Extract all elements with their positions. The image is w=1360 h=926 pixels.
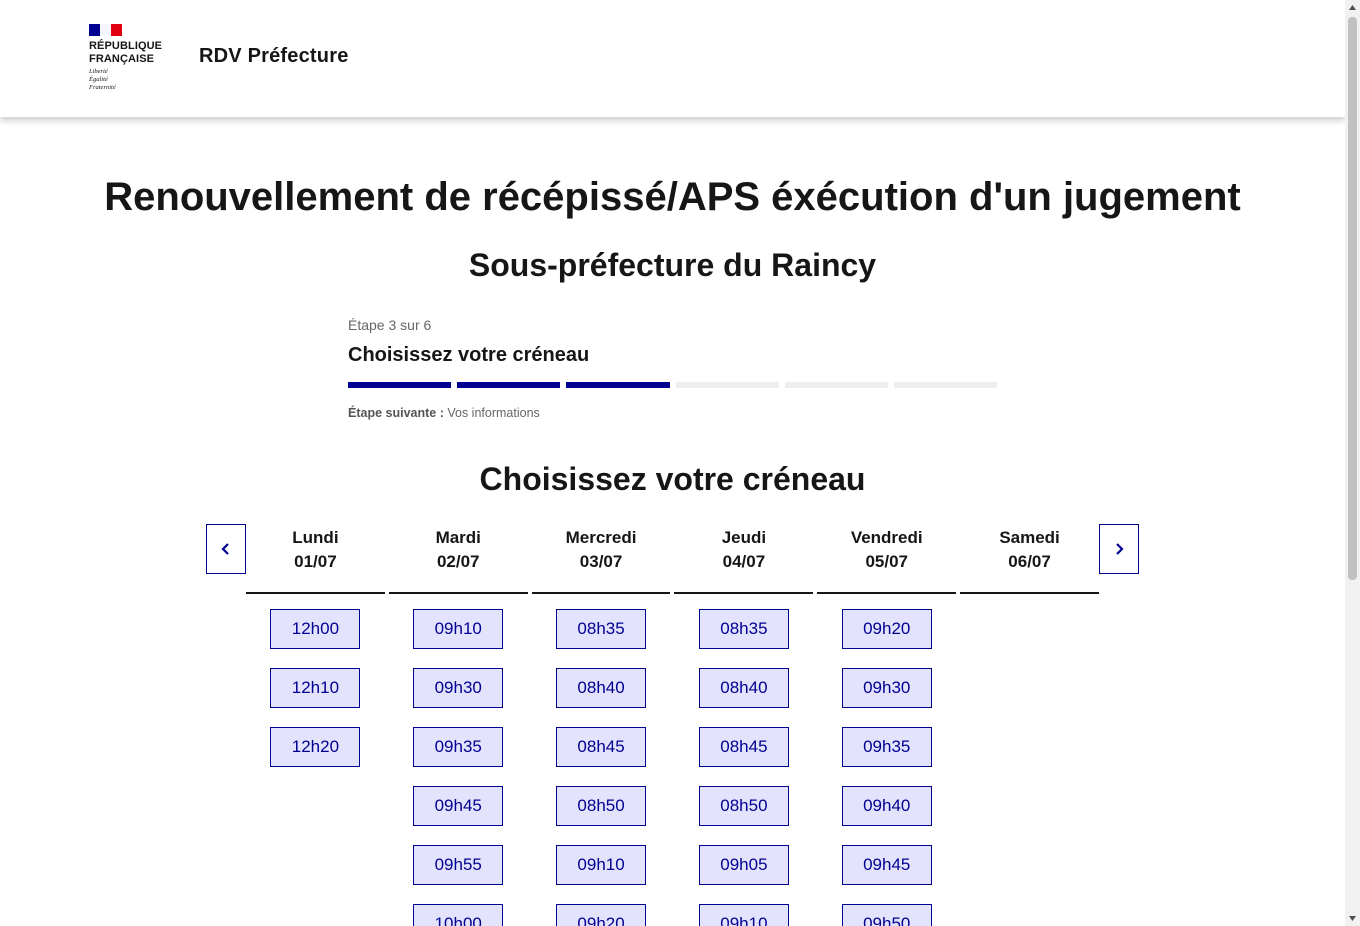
slot-list: 12h00 12h10 12h20 bbox=[246, 594, 385, 767]
step-next-value: Vos informations bbox=[447, 406, 540, 420]
site-header: RÉPUBLIQUE FRANÇAISE Liberté Égalité Fra… bbox=[0, 0, 1345, 117]
slot-list bbox=[960, 594, 1099, 609]
day-name: Vendredi bbox=[850, 528, 923, 547]
time-slot-button[interactable]: 12h00 bbox=[270, 609, 361, 649]
time-slot-button[interactable]: 12h20 bbox=[270, 727, 361, 767]
next-days-button[interactable] bbox=[1099, 524, 1139, 574]
day-column: Jeudi 04/07 08h35 08h40 08h45 08h50 09h05 09h10 bbox=[674, 524, 814, 926]
time-slot-button[interactable]: 08h50 bbox=[698, 786, 789, 826]
time-slot-button[interactable]: 09h40 bbox=[841, 786, 932, 826]
page: RÉPUBLIQUE FRANÇAISE Liberté Égalité Fra… bbox=[0, 0, 1345, 926]
slot-list: 09h10 09h30 09h35 09h45 09h55 10h00 bbox=[389, 594, 528, 926]
scrollbar-thumb[interactable] bbox=[1348, 17, 1357, 580]
step-title: Choisissez votre créneau bbox=[348, 344, 590, 366]
motto-fraternite: Fraternité bbox=[89, 84, 116, 91]
vertical-scrollbar[interactable] bbox=[1345, 0, 1360, 926]
slot-list: 09h20 09h30 09h35 09h40 09h45 09h50 bbox=[817, 594, 956, 926]
day-name: Mercredi bbox=[565, 528, 637, 547]
time-slot-button[interactable]: 09h20 bbox=[556, 904, 647, 926]
motto-egalite: Égalité bbox=[89, 76, 108, 83]
day-date: 04/07 bbox=[722, 552, 766, 571]
day-header: Lundi 01/07 bbox=[246, 524, 385, 594]
time-slot-button[interactable]: 08h40 bbox=[698, 668, 789, 708]
day-column: Lundi 01/07 12h00 12h10 12h20 bbox=[246, 524, 385, 926]
page-title: Renouvellement de récépissé/APS éxécutio… bbox=[104, 175, 1241, 219]
calendar: Lundi 01/07 12h00 12h10 12h20 Mardi 02/07 09h10… bbox=[246, 524, 1099, 926]
step-state: Étape 3 sur 6 bbox=[348, 317, 432, 333]
time-slot-button[interactable]: 09h55 bbox=[413, 845, 504, 885]
scroll-down-arrow-icon[interactable] bbox=[1345, 911, 1360, 926]
time-slot-button[interactable]: 09h30 bbox=[841, 668, 932, 708]
day-date: 05/07 bbox=[865, 552, 908, 571]
time-slot-button[interactable]: 09h30 bbox=[413, 668, 504, 708]
time-slot-button[interactable]: 09h45 bbox=[841, 845, 932, 885]
slot-list: 08h35 08h40 08h45 08h50 09h10 09h20 bbox=[532, 594, 671, 926]
time-slot-button[interactable]: 12h10 bbox=[270, 668, 361, 708]
day-date: 06/07 bbox=[1008, 552, 1051, 571]
step-next-label: Étape suivante : bbox=[348, 406, 444, 420]
time-slot-button[interactable]: 08h35 bbox=[556, 609, 647, 649]
day-date: 02/07 bbox=[436, 552, 480, 571]
time-slot-button[interactable]: 08h50 bbox=[556, 786, 647, 826]
day-header: Samedi 06/07 bbox=[960, 524, 1099, 594]
time-slot-button[interactable]: 08h40 bbox=[556, 668, 647, 708]
day-header: Mercredi 03/07 bbox=[531, 524, 671, 594]
time-slot-button[interactable]: 08h35 bbox=[698, 609, 789, 649]
step-bar-6 bbox=[893, 382, 998, 388]
time-slot-button[interactable]: 09h05 bbox=[698, 845, 789, 885]
time-slot-button[interactable]: 10h00 bbox=[413, 904, 504, 926]
day-column: Mercredi 03/07 08h35 08h40 08h45 08h50 09h10 09… bbox=[531, 524, 671, 926]
time-slot-button[interactable]: 08h45 bbox=[698, 727, 789, 767]
day-header: Jeudi 04/07 bbox=[674, 524, 814, 594]
day-date: 01/07 bbox=[294, 552, 337, 571]
time-slot-button[interactable]: 09h35 bbox=[841, 727, 932, 767]
step-bar-3 bbox=[566, 382, 670, 388]
day-header: Vendredi 05/07 bbox=[817, 524, 957, 594]
page-subtitle: Sous-préfecture du Raincy bbox=[468, 247, 877, 283]
step-bar-5 bbox=[784, 382, 888, 388]
step-bar-4 bbox=[675, 382, 779, 388]
step-bar-2 bbox=[457, 382, 561, 388]
slot-heading: Choisissez votre créneau bbox=[479, 461, 866, 497]
step-bar-1 bbox=[348, 382, 452, 388]
logo-text: RÉPUBLIQUE FRANÇAISE bbox=[89, 40, 169, 65]
day-name: Samedi bbox=[999, 528, 1060, 547]
day-column: Vendredi 05/07 09h20 09h30 09h35 09h40 09h45 09… bbox=[817, 524, 957, 926]
motto-liberte: Liberté bbox=[89, 68, 108, 75]
day-header: Mardi 02/07 bbox=[388, 524, 528, 594]
day-column: Samedi 06/07 bbox=[960, 524, 1099, 926]
scroll-up-arrow-icon[interactable] bbox=[1345, 0, 1360, 15]
republique-francaise-logo[interactable]: RÉPUBLIQUE FRANÇAISE Liberté Égalité Fra… bbox=[89, 24, 169, 96]
time-slot-button[interactable]: 09h10 bbox=[698, 904, 789, 926]
time-slot-button[interactable]: 09h50 bbox=[841, 904, 932, 926]
calendar-days: Lundi 01/07 12h00 12h10 12h20 Mardi 02/07 09h10… bbox=[246, 524, 1099, 926]
logo-line-1: RÉPUBLIQUE bbox=[89, 40, 163, 52]
time-slot-button[interactable]: 09h10 bbox=[413, 609, 504, 649]
chevron-left-icon bbox=[221, 543, 229, 555]
time-slot-button[interactable]: 09h20 bbox=[841, 609, 932, 649]
stepper: Étape 3 sur 6 Choisissez votre créneau É… bbox=[348, 315, 998, 422]
time-slot-button[interactable]: 09h35 bbox=[413, 727, 504, 767]
step-next: Étape suivante : Vos informations bbox=[348, 404, 997, 422]
logo-motto: Liberté Égalité Fraternité bbox=[89, 68, 169, 92]
time-slot-button[interactable]: 09h10 bbox=[556, 845, 647, 885]
time-slot-button[interactable]: 08h45 bbox=[556, 727, 647, 767]
step-progress-bar bbox=[348, 382, 998, 388]
day-name: Mardi bbox=[435, 528, 481, 547]
service-title[interactable]: RDV Préfecture bbox=[199, 45, 349, 68]
time-slot-button[interactable]: 09h45 bbox=[413, 786, 504, 826]
marianne-flag-icon bbox=[89, 24, 122, 36]
logo-line-2: FRANÇAISE bbox=[89, 52, 155, 65]
slot-list: 08h35 08h40 08h45 08h50 09h05 09h10 bbox=[674, 594, 813, 926]
day-column: Mardi 02/07 09h10 09h30 09h35 09h45 09h55 10h00 bbox=[388, 524, 528, 926]
previous-days-button[interactable] bbox=[206, 524, 246, 574]
day-name: Lundi bbox=[292, 528, 339, 547]
day-name: Jeudi bbox=[721, 528, 767, 547]
chevron-right-icon bbox=[1116, 543, 1124, 555]
day-date: 03/07 bbox=[579, 552, 623, 571]
